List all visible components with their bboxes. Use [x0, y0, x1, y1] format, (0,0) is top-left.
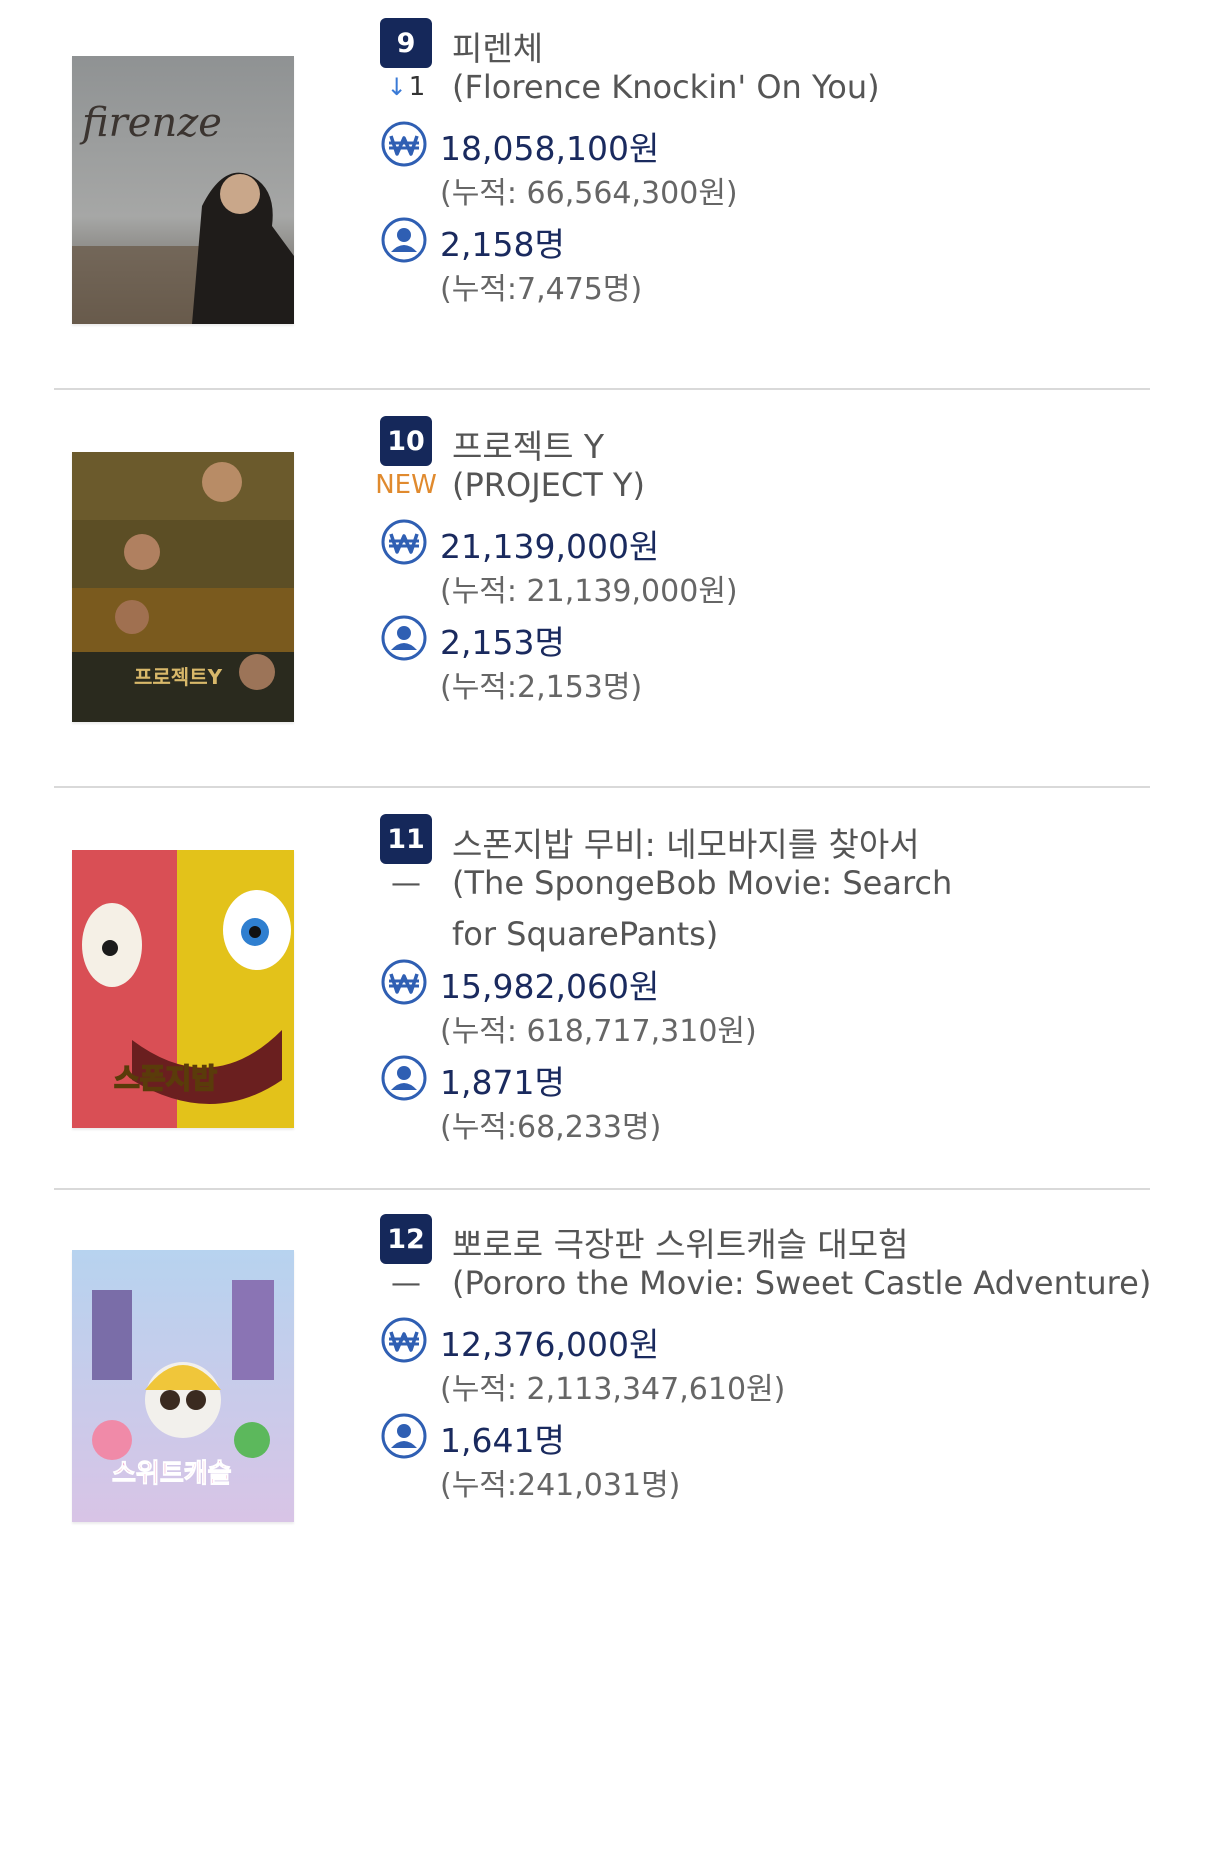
won-icon: [381, 1317, 427, 1363]
audience-daily: 1,641명: [440, 1421, 565, 1460]
audience-daily: 2,153명: [440, 623, 565, 662]
rank-change-same: —: [391, 1266, 421, 1301]
poster-image: firenze: [72, 56, 294, 324]
won-icon: [381, 121, 427, 167]
won-icon: [381, 959, 427, 1005]
rank-change: ↓ 1: [376, 72, 436, 102]
movie-poster[interactable]: 프로젝트Y: [72, 452, 294, 722]
revenue-total: (누적: 2,113,347,610원): [440, 1372, 786, 1407]
title-english[interactable]: (Florence Knockin' On You): [452, 62, 1152, 113]
audience-total: (누적:68,233명): [440, 1110, 662, 1145]
audience-total: (누적:241,031명): [440, 1468, 681, 1503]
audience-total: (누적:7,475명): [440, 272, 643, 307]
poster-title-text: 스폰지밥: [114, 1062, 217, 1095]
audience-daily: 2,158명: [440, 225, 565, 264]
title-english[interactable]: (Pororo the Movie: Sweet Castle Adventur…: [452, 1258, 1152, 1309]
poster-title-text: 프로젝트Y: [134, 665, 223, 689]
revenue-total: (누적: 21,139,000원): [440, 574, 738, 609]
won-icon: [381, 519, 427, 565]
poster-title-text: 스위트캐슬: [112, 1459, 232, 1489]
revenue-daily: 12,376,000원: [440, 1325, 660, 1364]
rank-change-value: 1: [408, 72, 426, 102]
item-divider: [54, 388, 1150, 390]
item-divider: [54, 786, 1150, 788]
person-icon: [381, 1413, 427, 1459]
movie-item[interactable]: 프로젝트Y 10 프로젝트 Y NEW (PROJECT Y) 21,139,0…: [54, 396, 1150, 786]
arrow-down-icon: ↓: [386, 73, 407, 101]
rank-badge: 11: [380, 814, 432, 864]
audience-total: (누적:2,153명): [440, 670, 643, 705]
item-divider: [54, 1188, 1150, 1190]
rank-badge: 9: [380, 18, 432, 68]
audience-daily: 1,871명: [440, 1063, 565, 1102]
title-english[interactable]: (PROJECT Y): [452, 460, 1152, 511]
movie-item[interactable]: 스폰지밥 11 스폰지밥 무비: 네모바지를 찾아서 — (The Sponge…: [54, 792, 1150, 1188]
movie-poster[interactable]: 스위트캐슬: [72, 1250, 294, 1522]
poster-title-text: firenze: [79, 100, 222, 146]
rank-change-new: NEW: [375, 470, 437, 500]
person-icon: [381, 1055, 427, 1101]
revenue-daily: 18,058,100원: [440, 129, 660, 168]
movie-item[interactable]: 스위트캐슬 12 뽀로로 극장판 스위트캐슬 대모험 — (Pororo the…: [54, 1194, 1152, 1594]
revenue-total: (누적: 66,564,300원): [440, 176, 738, 211]
poster-image: 프로젝트Y: [72, 452, 294, 722]
movie-poster[interactable]: firenze: [72, 56, 294, 324]
movie-poster[interactable]: 스폰지밥: [72, 850, 294, 1128]
title-english[interactable]: (The SpongeBob Movie: Search for SquareP…: [452, 858, 972, 960]
rank-badge: 10: [380, 416, 432, 466]
revenue-daily: 21,139,000원: [440, 527, 660, 566]
movie-item[interactable]: firenze 9 피렌체 ↓ 1 (Florence Knockin' On …: [54, 0, 1150, 388]
rank-change-same: —: [391, 866, 421, 901]
poster-image: 스위트캐슬: [72, 1250, 294, 1522]
rank-badge: 12: [380, 1214, 432, 1264]
revenue-total: (누적: 618,717,310원): [440, 1014, 757, 1049]
poster-image: 스폰지밥: [72, 850, 294, 1128]
revenue-daily: 15,982,060원: [440, 967, 660, 1006]
person-icon: [381, 217, 427, 263]
person-icon: [381, 615, 427, 661]
